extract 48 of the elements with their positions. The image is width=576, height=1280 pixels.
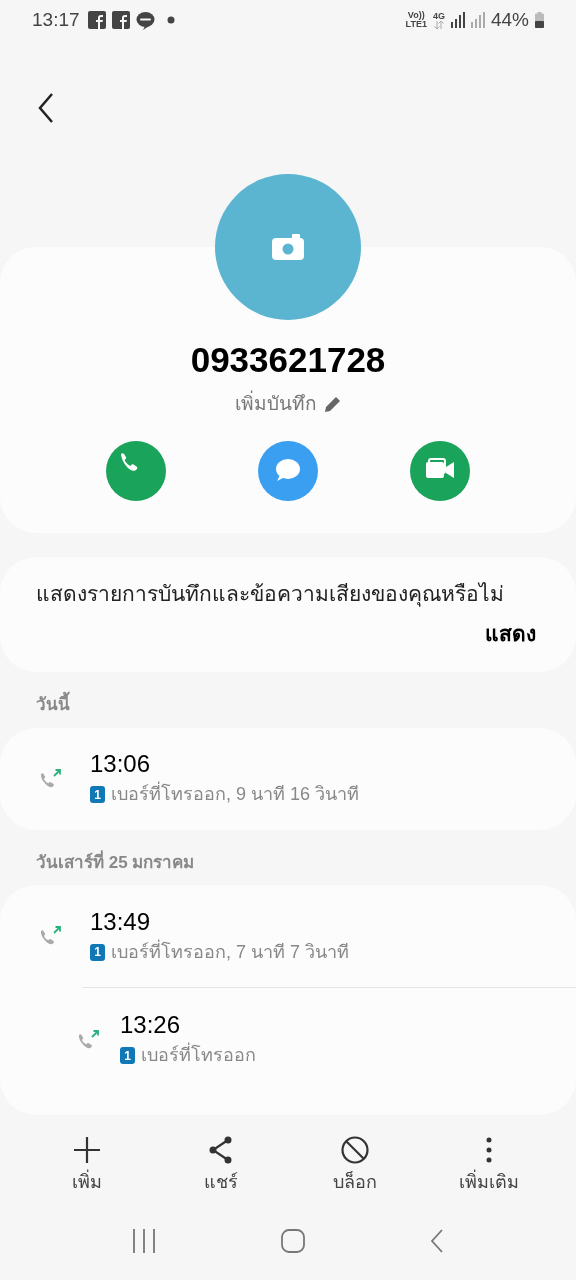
signal-icon [470,12,485,28]
date-header: วันนี้ [0,672,576,728]
more-icon [485,1135,493,1165]
call-log-row[interactable]: 13:26 1 เบอร์ที่โทรออก [82,987,576,1091]
signal-icon [450,12,465,28]
call-log-row[interactable]: 13:49 1 เบอร์ที่โทรออก, 7 นาที 7 วินาที [0,885,576,987]
show-button[interactable]: แสดง [485,617,536,649]
sim-badge: 1 [120,1047,135,1064]
phone-number: 0933621728 [190,340,386,380]
clock: 13:17 [32,7,80,32]
more-button[interactable]: เพิ่มเติม [434,1135,544,1196]
data-type-label: 4G [432,11,445,21]
prompt-text: แสดงรายการบันทึกและข้อความเสียงของคุณหรือไม่ [36,581,505,609]
share-button[interactable]: แชร์ [166,1135,276,1196]
back-nav-button[interactable] [429,1229,444,1253]
back-button[interactable] [36,92,56,124]
data-arrows-icon [433,20,444,29]
call-detail: เบอร์ที่โทรออก, 7 นาที 7 วินาที [111,938,350,964]
facebook-icon [87,11,106,29]
add-button[interactable]: เพิ่ม [32,1135,142,1196]
battery-icon [535,12,544,28]
battery-percentage: 44% [490,7,529,32]
call-time: 13:06 [90,749,152,779]
plus-icon [72,1135,102,1165]
video-call-button[interactable] [410,440,470,501]
call-log-row[interactable]: 13:06 1 เบอร์ที่โทรออก, 9 นาที 16 วินาที [0,727,576,830]
network-label: LTE1 [405,20,427,29]
block-button[interactable]: บล็อก [300,1135,410,1196]
block-icon [340,1135,370,1165]
add-note-link[interactable]: เพิ่มบันทึก [234,390,317,419]
home-button[interactable] [281,1229,305,1253]
date-header: วันเสาร์ที่ 25 มกราคม [35,849,196,874]
chat-bubble-icon [135,10,155,30]
call-time: 13:49 [90,906,152,937]
camera-icon [272,234,304,260]
call-time: 13:26 [120,1010,182,1040]
network-label: Vo)) [407,11,425,20]
facebook-icon [111,11,130,29]
call-detail: เบอร์ที่โทรออก [141,1042,256,1069]
sim-badge: 1 [90,786,105,803]
call-button[interactable] [106,440,166,501]
recent-apps-button[interactable] [132,1229,157,1253]
call-detail: เบอร์ที่โทรออก, 9 นาที 16 วินาที [111,781,360,808]
share-icon [208,1135,234,1165]
message-button[interactable] [258,440,318,501]
sim-badge: 1 [90,943,105,961]
notification-dot-icon [166,16,175,24]
pencil-icon [322,394,342,414]
